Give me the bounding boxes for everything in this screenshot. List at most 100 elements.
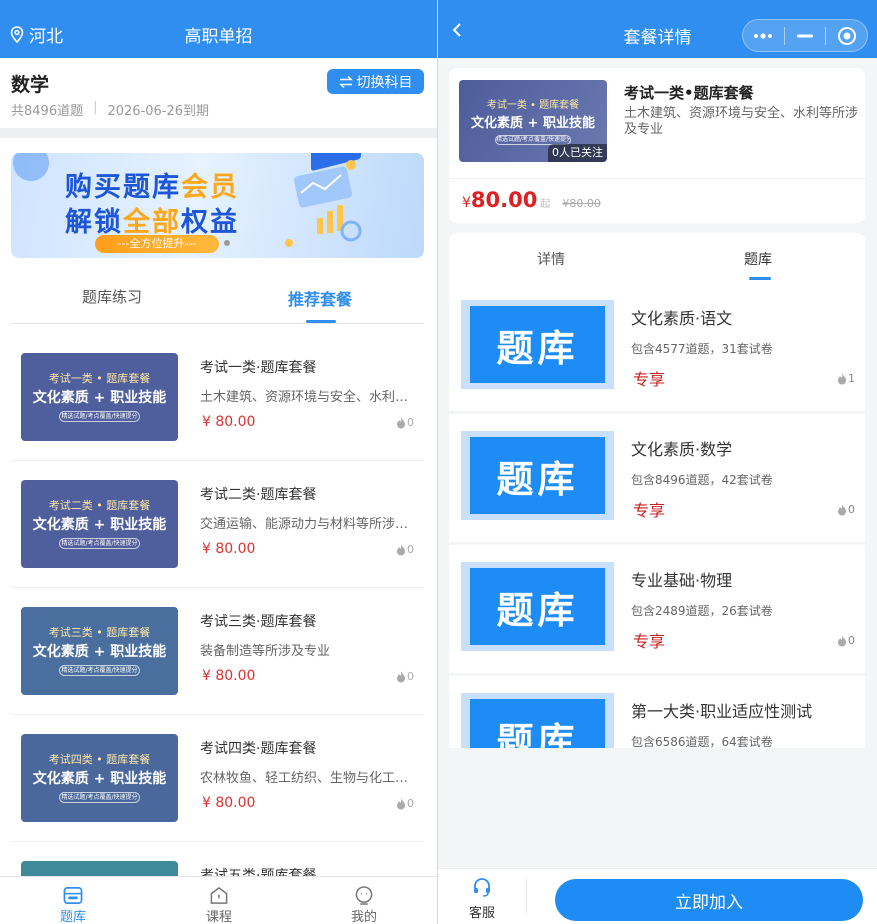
package-likes: 0 [396, 543, 414, 556]
nav-label: 我的 [350, 910, 377, 924]
tab-recommended-packages[interactable]: 推荐套餐 [288, 286, 352, 310]
thumb-sub-text: 精选试题/考点覆盖/快速提分 [59, 411, 140, 422]
close-miniapp-button[interactable] [826, 19, 867, 52]
price-value: 80.00 [470, 188, 538, 212]
thumb-main-text: 文化素质 + 职业技能 [471, 116, 595, 131]
more-button[interactable] [743, 19, 784, 52]
profile-icon [355, 886, 373, 905]
package-item-3[interactable]: 考试三类 • 题库套餐 文化素质 + 职业技能 精选试题/考点覆盖/快速提分 考… [11, 588, 424, 715]
package-price: ¥ 80.00 [202, 541, 256, 557]
package-desc: 土木建筑、资源环境与安全、水利等所涉及专业 [624, 106, 859, 137]
package-item-4[interactable]: 考试四类 • 题库套餐 文化素质 + 职业技能 精选试题/考点覆盖/快速提分 考… [11, 715, 424, 842]
location-selector[interactable]: 河北 [10, 22, 63, 47]
banner-line1-highlight: 会员 [181, 172, 239, 203]
thumb-top-text: 考试一类 • 题库套餐 [486, 100, 580, 111]
bank-title: 文化素质·语文 [631, 309, 733, 328]
detail-tabs: 详情 题库 [449, 233, 865, 283]
expire-date: 2026-06-26到期 [107, 104, 210, 119]
flame-icon [838, 503, 846, 515]
followers-badge: 0人已关注 [548, 144, 607, 162]
switch-subject-button[interactable]: 切换科目 [327, 69, 424, 94]
subject-info: 数学 共8496道题 | 2026-06-26到期 切换科目 [0, 58, 437, 128]
course-icon [210, 886, 228, 904]
package-item-2[interactable]: 考试二类 • 题库套餐 文化素质 + 职业技能 精选试题/考点覆盖/快速提分 考… [11, 461, 424, 588]
subject-name: 数学 [11, 74, 50, 96]
package-desc: 农林牧鱼、轻工纺织、生物与化工、... [200, 771, 418, 786]
likes-count: 0 [407, 543, 414, 556]
bank-item-4[interactable]: 题库 第一大类·职业适应性测试 包含6586道题，64套试卷 [449, 676, 865, 748]
question-bank-icon [63, 887, 83, 904]
bank-thumb-label: 题库 [470, 306, 605, 383]
join-now-button[interactable]: 立即加入 [555, 879, 863, 921]
likes-count: 1 [848, 372, 855, 385]
likes-count: 0 [848, 503, 855, 516]
nav-course[interactable]: 课程 [146, 877, 292, 924]
bank-likes: 0 [837, 503, 855, 516]
bank-contains: 包含4577道题，31套试卷 [631, 342, 773, 356]
package-likes: 0 [396, 416, 414, 429]
tab-question-practice[interactable]: 题库练习 [82, 286, 142, 307]
flame-icon [838, 372, 846, 384]
thumb-sub-text: 精选试题/考点覆盖/快速提分 [59, 538, 140, 549]
question-bank-list: 题库 文化素质·语文 包含4577道题，31套试卷 专享 1 题库 文化素质·数… [449, 283, 865, 748]
banner-line2-highlight: 全部 [123, 207, 181, 238]
tab-details[interactable]: 详情 [537, 249, 565, 269]
exclusive-tag: 专享 [633, 370, 666, 389]
section-gap [0, 128, 437, 138]
meta-separator: | [93, 100, 98, 115]
vip-banner[interactable]: 购买题库会员 解锁全部权益 ---全方位提升--- [11, 153, 424, 258]
package-title: 考试一类·题库套餐 [200, 360, 317, 376]
right-panel: 套餐详情 考试一类 • 题库套餐 文化素质 + 职业技能 精选试题/考点覆盖/快… [438, 0, 877, 924]
left-header: 河北 高职单招 [0, 0, 437, 58]
nav-label: 题库 [59, 910, 86, 924]
customer-service-button[interactable]: 客服 [456, 877, 508, 921]
bank-contains: 包含8496道题，42套试卷 [631, 473, 773, 487]
footer-separator [526, 879, 527, 913]
question-count: 共8496道题 [11, 104, 84, 119]
tab-question-banks[interactable]: 题库 [744, 249, 772, 269]
banner-line2: 解锁全部权益 [65, 200, 239, 239]
package-list: 考试一类 • 题库套餐 文化素质 + 职业技能 精选试题/考点覆盖/快速提分 考… [11, 334, 424, 924]
package-thumbnail: 考试一类 • 题库套餐 文化素质 + 职业技能 精选试题/考点覆盖/快速提分 [21, 353, 178, 441]
location-pin-icon [10, 26, 24, 43]
thumb-top-text: 考试三类 • 题库套餐 [48, 626, 151, 639]
bank-item-3[interactable]: 题库 专业基础·物理 包含2489道题，26套试卷 专享 0 [449, 545, 865, 673]
package-item-1[interactable]: 考试一类 • 题库套餐 文化素质 + 职业技能 精选试题/考点覆盖/快速提分 考… [11, 334, 424, 461]
switch-arrows-icon [338, 75, 353, 88]
service-label: 客服 [468, 906, 495, 921]
flame-icon [397, 670, 405, 682]
minimize-button[interactable] [785, 19, 826, 52]
thumb-main-text: 文化素质 + 职业技能 [32, 517, 167, 533]
package-title: 考试三类·题库套餐 [200, 614, 317, 630]
bank-contains: 包含6586道题，64套试卷 [631, 735, 773, 748]
original-price: ¥80.00 [562, 197, 601, 210]
flame-icon [397, 797, 405, 809]
subject-meta: 共8496道题 | 2026-06-26到期 [11, 100, 209, 119]
bank-item-1[interactable]: 题库 文化素质·语文 包含4577道题，31套试卷 专享 1 [449, 283, 865, 411]
nav-profile[interactable]: 我的 [291, 877, 437, 924]
flame-icon [397, 416, 405, 428]
nav-question-bank[interactable]: 题库 [0, 877, 146, 924]
package-title: 考试四类·题库套餐 [200, 741, 317, 757]
bank-thumbnail: 题库 [461, 562, 614, 651]
flame-icon [838, 634, 846, 646]
package-likes: 0 [396, 670, 414, 683]
package-detail-card: 考试一类 • 题库套餐 文化素质 + 职业技能 精选试题/考点覆盖/快速提分 0… [449, 68, 865, 223]
bank-thumb-label: 题库 [470, 699, 605, 748]
price-currency: ¥ [462, 195, 471, 211]
banner-line1: 购买题库会员 [65, 165, 239, 204]
price-suffix: 起 [540, 199, 551, 210]
package-title: 考试二类·题库套餐 [200, 487, 317, 503]
package-price: ¥ 80.00 起 ¥80.00 [462, 188, 601, 212]
bank-title: 专业基础·物理 [631, 571, 733, 590]
package-likes: 0 [396, 797, 414, 810]
minimize-icon [797, 34, 813, 37]
bank-contains: 包含2489道题，26套试卷 [631, 604, 773, 618]
package-price: ¥ 80.00 [202, 414, 256, 430]
thumb-main-text: 文化素质 + 职业技能 [32, 771, 167, 787]
bank-thumb-label: 题库 [470, 437, 605, 514]
chevron-left-icon[interactable] [450, 20, 464, 40]
package-thumbnail: 考试四类 • 题库套餐 文化素质 + 职业技能 精选试题/考点覆盖/快速提分 [21, 734, 178, 822]
right-header: 套餐详情 [438, 0, 877, 58]
bank-item-2[interactable]: 题库 文化素质·数学 包含8496道题，42套试卷 专享 0 [449, 414, 865, 542]
